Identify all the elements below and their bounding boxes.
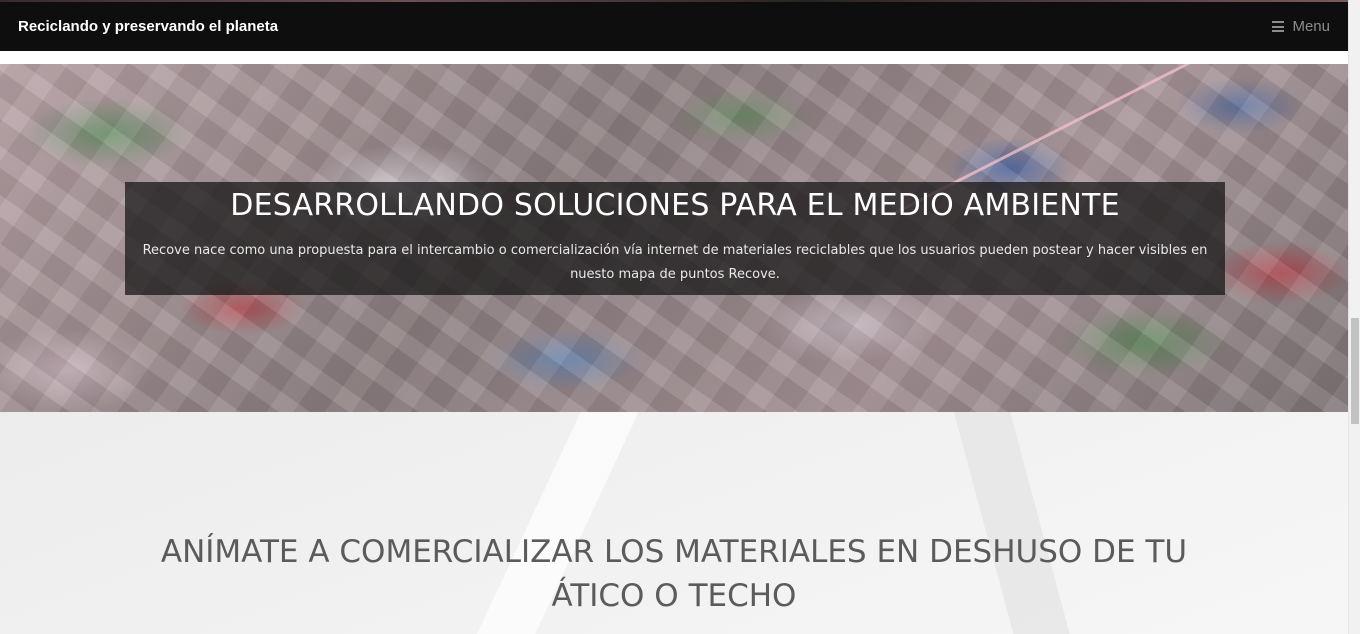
hero-title: DESARROLLANDO SOLUCIONES PARA EL MEDIO A…: [230, 188, 1120, 223]
menu-label: Menu: [1292, 18, 1330, 35]
menu-toggle-button[interactable]: Menu: [1272, 18, 1330, 35]
page-scrollbar[interactable]: [1348, 0, 1360, 634]
nav-gap: [0, 51, 1348, 64]
content-section: ANÍMATE A COMERCIALIZAR LOS MATERIALES E…: [0, 412, 1348, 634]
hamburger-icon: [1272, 21, 1285, 32]
section-heading: ANÍMATE A COMERCIALIZAR LOS MATERIALES E…: [160, 534, 1188, 614]
hero-description: Recove nace como una propuesta para el i…: [142, 243, 1208, 282]
hero-caption: DESARROLLANDO SOLUCIONES PARA EL MEDIO A…: [125, 182, 1225, 295]
brand-link[interactable]: Reciclando y preservando el planeta: [18, 18, 278, 35]
scrollbar-thumb[interactable]: [1351, 318, 1359, 424]
hero-banner: DESARROLLANDO SOLUCIONES PARA EL MEDIO A…: [0, 64, 1348, 412]
navbar: Reciclando y preservando el planeta Menu: [0, 2, 1348, 51]
